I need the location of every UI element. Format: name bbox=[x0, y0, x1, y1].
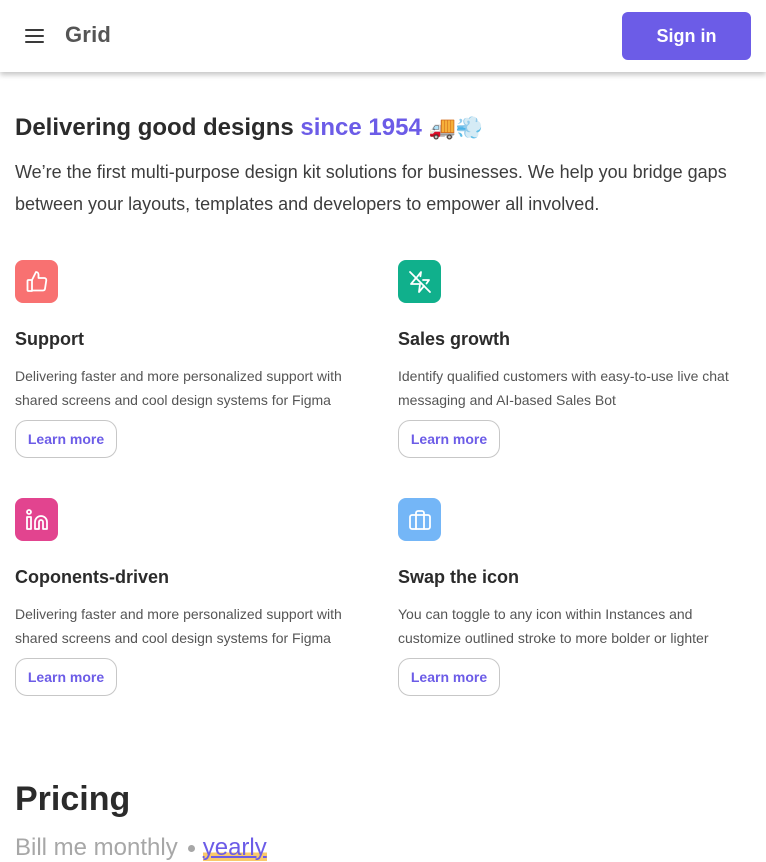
learn-more-button[interactable]: Learn more bbox=[398, 420, 500, 458]
brand-logo-text[interactable]: Grid bbox=[65, 22, 111, 48]
feature-card-support: Support Delivering faster and more perso… bbox=[15, 260, 375, 460]
feature-title: Support bbox=[15, 329, 84, 349]
feature-description: Identify qualified customers with easy-t… bbox=[398, 368, 729, 408]
delivery-truck-emoji-icon: 🚚💨 bbox=[428, 116, 484, 141]
top-bar: Grid Sign in bbox=[0, 0, 766, 72]
feature-card-sales-growth: Sales growth Identify qualified customer… bbox=[398, 260, 758, 460]
hamburger-menu-icon[interactable] bbox=[25, 28, 45, 44]
feature-description: You can toggle to any icon within Instan… bbox=[398, 606, 709, 646]
feature-title: Swap the icon bbox=[398, 567, 520, 587]
hero-title-prefix: Delivering good designs bbox=[15, 114, 301, 141]
feature-description: Delivering faster and more personalized … bbox=[15, 368, 342, 408]
thumbs-up-icon bbox=[15, 260, 58, 303]
hero-title: Delivering good designs since 1954 🚚💨 bbox=[15, 114, 483, 142]
feature-card-swap-icon: Swap the icon You can toggle to any icon… bbox=[398, 498, 758, 698]
feature-title: Sales growth bbox=[398, 329, 511, 349]
briefcase-icon bbox=[398, 498, 441, 541]
bill-yearly-option[interactable]: yearly bbox=[202, 834, 267, 861]
sign-in-button[interactable]: Sign in bbox=[622, 12, 751, 60]
learn-more-button[interactable]: Learn more bbox=[398, 658, 500, 696]
bill-monthly-option[interactable]: Bill me monthly bbox=[15, 834, 178, 861]
learn-more-button[interactable]: Learn more bbox=[15, 658, 117, 696]
linkedin-icon bbox=[15, 498, 58, 541]
feature-title: Coponents-driven bbox=[15, 567, 170, 587]
learn-more-button[interactable]: Learn more bbox=[15, 420, 117, 458]
feature-description: Delivering faster and more personalized … bbox=[15, 606, 342, 646]
billing-toggle: Bill me monthly yearly bbox=[15, 834, 267, 862]
separator-dot bbox=[187, 845, 195, 853]
hero-description: We’re the first multi-purpose design kit… bbox=[15, 162, 727, 214]
zap-off-icon bbox=[398, 260, 441, 303]
hero-title-accent: since 1954 bbox=[300, 114, 422, 141]
pricing-title: Pricing bbox=[15, 780, 131, 818]
feature-card-components-driven: Coponents-driven Delivering faster and m… bbox=[15, 498, 375, 698]
